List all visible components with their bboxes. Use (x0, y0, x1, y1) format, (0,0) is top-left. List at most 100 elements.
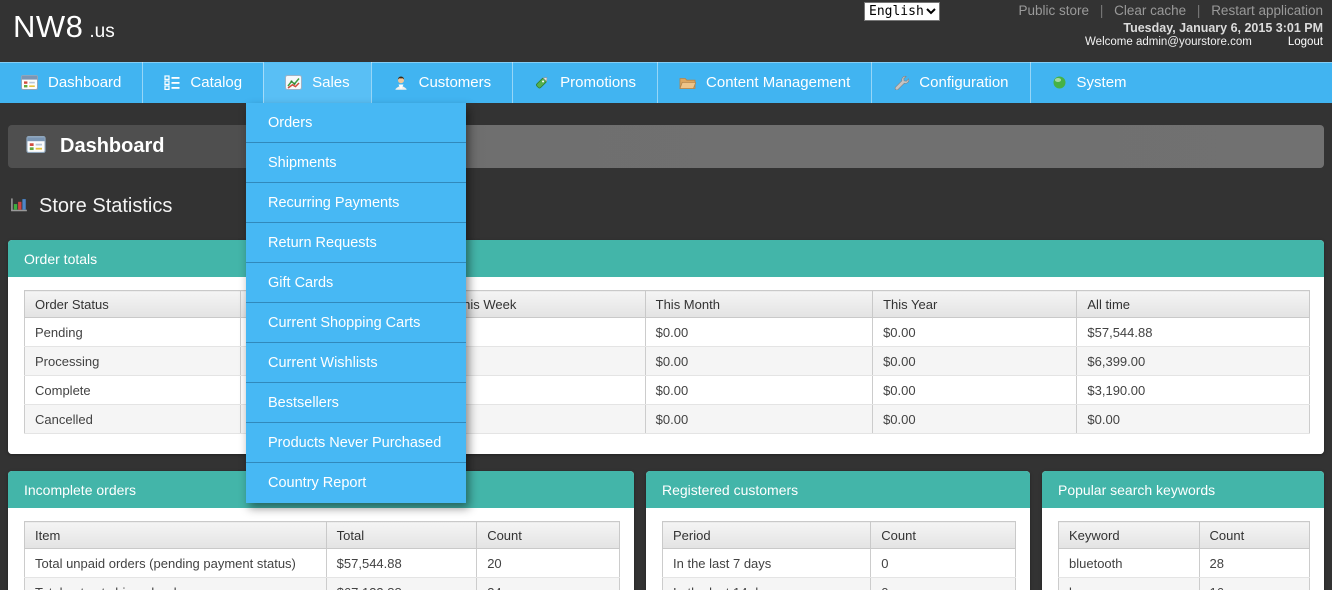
welcome-text: Welcome admin@yourstore.com (1085, 36, 1252, 48)
sales-dropdown-menu: Orders Shipments Recurring Payments Retu… (246, 103, 466, 503)
nav-item-configuration[interactable]: Configuration (871, 62, 1029, 103)
cell: 34 (477, 578, 620, 590)
nav-item-catalog[interactable]: Catalog (142, 62, 263, 103)
col-count: Count (871, 522, 1016, 549)
cell: 20 (477, 549, 620, 578)
nav-item-dashboard[interactable]: Dashboard (0, 62, 142, 103)
nav-label: Customers (419, 74, 492, 91)
cell: $0.00 (873, 347, 1077, 376)
table-row-pending: Pending $0.00 $0.00 $57,544.88 (25, 318, 1310, 347)
cell: In the last 14 days (663, 578, 871, 590)
current-datetime: Tuesday, January 6, 2015 3:01 PM (1123, 21, 1323, 35)
cell: $0.00 (645, 405, 872, 434)
cell: Total unpaid orders (pending payment sta… (25, 549, 327, 578)
table-row: Total not yet shipped orders $67,133.88 … (25, 578, 620, 590)
store-logo[interactable]: NW8.us (13, 9, 115, 45)
nav-item-sales[interactable]: Sales (263, 62, 371, 103)
registered-customers-panel: Registered customers Period Count In the… (646, 471, 1030, 590)
order-totals-panel: Order totals Order Status This Week This… (8, 240, 1324, 454)
logout-link[interactable]: Logout (1288, 36, 1323, 48)
cell: 28 (1199, 549, 1309, 578)
language-select[interactable]: English (864, 2, 940, 21)
nav-item-promotions[interactable]: Promotions (512, 62, 657, 103)
main-content: Dashboard Store Statistics Order totals … (0, 125, 1332, 590)
dashboard-table-icon (26, 136, 46, 158)
cell (445, 376, 645, 405)
cell: $3,190.00 (1077, 376, 1310, 405)
restart-application-link[interactable]: Restart application (1211, 3, 1323, 18)
cell: 0 (871, 578, 1016, 590)
table-row-complete: Complete $0.00 $0.00 $3,190.00 (25, 376, 1310, 405)
nav-label: Catalog (190, 74, 242, 91)
order-totals-body: Order Status This Week This Month This Y… (8, 277, 1324, 454)
cell: In the last 7 days (663, 549, 871, 578)
cell: bluetooth (1059, 549, 1200, 578)
menu-item-return-requests[interactable]: Return Requests (246, 223, 466, 263)
top-header: NW8.us English Public store | Clear cach… (0, 0, 1332, 62)
cell: Pending (25, 318, 241, 347)
cell: $6,399.00 (1077, 347, 1310, 376)
nav-item-content-management[interactable]: Content Management (657, 62, 871, 103)
nav-label: Content Management (706, 74, 850, 91)
cell (445, 347, 645, 376)
cell: $0.00 (1077, 405, 1310, 434)
table-row: Total unpaid orders (pending payment sta… (25, 549, 620, 578)
incomplete-orders-table: Item Total Count Total unpaid orders (pe… (24, 521, 620, 590)
table-row-cancelled: Cancelled $0.00 $0.00 $0.00 (25, 405, 1310, 434)
nav-label: Sales (312, 74, 350, 91)
cell: bag (1059, 578, 1200, 590)
system-orb-icon (1052, 75, 1067, 90)
menu-item-country-report[interactable]: Country Report (246, 463, 466, 503)
cell: $0.00 (645, 347, 872, 376)
popular-search-keywords-header: Popular search keywords (1042, 471, 1324, 508)
table-row: In the last 7 days 0 (663, 549, 1016, 578)
nav-label: System (1077, 74, 1127, 91)
menu-item-current-wishlists[interactable]: Current Wishlists (246, 343, 466, 383)
col-order-status: Order Status (25, 291, 241, 318)
table-row: bluetooth 28 (1059, 549, 1310, 578)
col-keyword: Keyword (1059, 522, 1200, 549)
section-heading: Store Statistics (10, 193, 1324, 220)
link-separator: | (1197, 3, 1201, 18)
bar-chart-icon (10, 195, 28, 218)
section-title: Store Statistics (39, 195, 172, 218)
cell: Processing (25, 347, 241, 376)
col-count: Count (1199, 522, 1309, 549)
col-this-year: This Year (873, 291, 1077, 318)
promotions-tag-icon (534, 75, 550, 90)
clear-cache-link[interactable]: Clear cache (1114, 3, 1186, 18)
dashboard-table-icon (21, 75, 38, 90)
cell: $67,133.88 (326, 578, 477, 590)
cell: $0.00 (873, 318, 1077, 347)
registered-customers-header: Registered customers (646, 471, 1030, 508)
page-title-bar: Dashboard (8, 125, 1324, 168)
menu-item-gift-cards[interactable]: Gift Cards (246, 263, 466, 303)
table-row: In the last 14 days 0 (663, 578, 1016, 590)
cell: Complete (25, 376, 241, 405)
menu-item-current-shopping-carts[interactable]: Current Shopping Carts (246, 303, 466, 343)
nav-label: Promotions (560, 74, 636, 91)
order-totals-table: Order Status This Week This Month This Y… (24, 290, 1310, 434)
menu-item-products-never-purchased[interactable]: Products Never Purchased (246, 423, 466, 463)
nav-item-system[interactable]: System (1030, 62, 1148, 103)
menu-item-recurring-payments[interactable]: Recurring Payments (246, 183, 466, 223)
col-this-month: This Month (645, 291, 872, 318)
nav-item-customers[interactable]: Customers (371, 62, 513, 103)
table-header-row: Item Total Count (25, 522, 620, 549)
cell: $0.00 (873, 376, 1077, 405)
menu-item-orders[interactable]: Orders (246, 103, 466, 143)
table-header-row: Order Status This Week This Month This Y… (25, 291, 1310, 318)
menu-item-bestsellers[interactable]: Bestsellers (246, 383, 466, 423)
menu-item-shipments[interactable]: Shipments (246, 143, 466, 183)
table-header-row: Keyword Count (1059, 522, 1310, 549)
logo-suffix-text: .us (89, 21, 114, 42)
nav-label: Dashboard (48, 74, 121, 91)
popular-search-keywords-table: Keyword Count bluetooth 28 bag 16 (1058, 521, 1310, 590)
table-row-processing: Processing $0.00 $0.00 $6,399.00 (25, 347, 1310, 376)
header-links: Public store | Clear cache | Restart app… (1019, 3, 1324, 18)
public-store-link[interactable]: Public store (1019, 3, 1090, 18)
cell: $0.00 (645, 376, 872, 405)
col-period: Period (663, 522, 871, 549)
cell: Cancelled (25, 405, 241, 434)
main-navbar: Dashboard Catalog Sales Customers Promot… (0, 62, 1332, 103)
